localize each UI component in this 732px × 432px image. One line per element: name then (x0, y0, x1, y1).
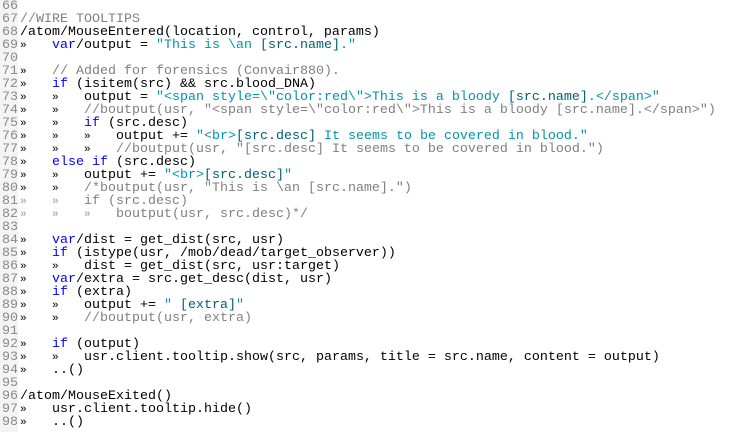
code-editor[interactable]: 66 67 68 69 70 71 72 73 74 75 76 77 78 79 80 81 82 83 84 85… (0, 0, 732, 432)
keyword: if (52, 246, 68, 261)
string-literal: ." (339, 38, 356, 53)
code-line[interactable]: » ..() (20, 364, 732, 377)
line-number: 98 (2, 415, 18, 430)
code-line[interactable]: » var/output = "This is \an [src.name]." (20, 39, 732, 52)
code-area[interactable]: //WIRE TOOLTIPS/atom/MouseEntered(locati… (20, 0, 732, 429)
tab-marker: » (52, 313, 59, 325)
tab-marker: » (20, 365, 27, 377)
keyword: if (52, 77, 68, 92)
tab-marker: » (84, 209, 91, 221)
line-number-gutter: 66 67 68 69 70 71 72 73 74 75 76 77 78 79 80 81 82 83 84 85… (0, 0, 18, 432)
comment: boutput(usr, src.desc)*/ (116, 207, 308, 222)
embedded-expression: [src.name] (259, 38, 340, 53)
code-text: usr.client.tooltip.show(src, params, tit… (84, 350, 660, 365)
tab-marker: » (20, 209, 27, 221)
code-text: ..() (52, 415, 84, 430)
code-text: ..() (52, 363, 84, 378)
string-literal: "This is \an (155, 38, 260, 53)
tab-marker: » (52, 209, 59, 221)
keyword: if (52, 337, 68, 352)
keyword: if (52, 285, 68, 300)
code-line[interactable]: » usr.client.tooltip.hide() (20, 403, 732, 416)
code-line[interactable]: » ..() (20, 416, 732, 429)
keyword: if (84, 116, 100, 131)
code-line[interactable]: »» usr.client.tooltip.show(src, params, t… (20, 351, 732, 364)
code-line[interactable]: » » //boutput(usr, extra) (20, 312, 732, 325)
keyword: var (52, 38, 76, 53)
code-line[interactable]: » » » boutput(usr, src.desc)*/ (20, 208, 732, 221)
tab-marker: » (20, 417, 27, 429)
code-text: /output = (76, 38, 156, 53)
tab-marker: » (20, 313, 27, 325)
tab-marker: » (20, 40, 27, 52)
comment: //boutput(usr, extra) (84, 311, 252, 326)
